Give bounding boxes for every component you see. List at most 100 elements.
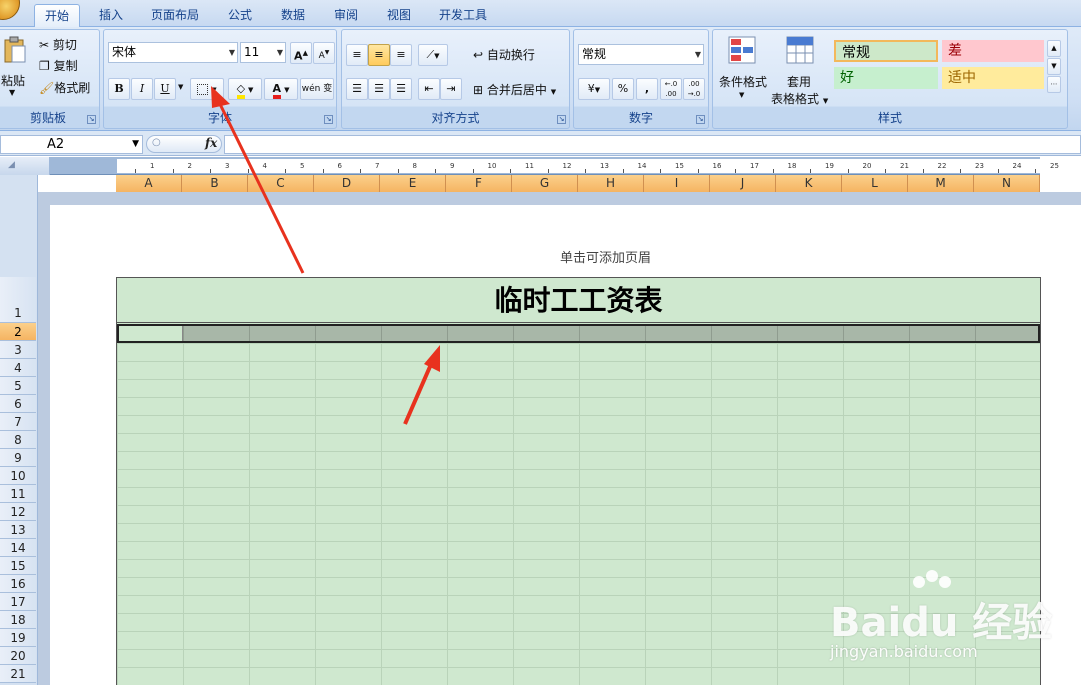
tab-insert[interactable]: 插入 bbox=[88, 4, 134, 27]
currency-button[interactable]: ¥▼ bbox=[578, 78, 610, 100]
underline-dropdown-icon[interactable]: ▼ bbox=[178, 83, 183, 91]
tab-developer[interactable]: 开发工具 bbox=[430, 4, 496, 27]
bold-button[interactable]: B bbox=[108, 78, 130, 100]
row-header-10[interactable]: 10 bbox=[0, 467, 36, 485]
copy-button[interactable]: ❐ 复制 bbox=[39, 57, 78, 74]
underline-button[interactable]: U bbox=[154, 78, 176, 100]
column-header-f[interactable]: F bbox=[446, 175, 512, 192]
selected-row-2[interactable] bbox=[117, 324, 1040, 343]
table-format-label[interactable]: 表格格式 ▼ bbox=[771, 90, 828, 107]
clipboard-launcher-icon[interactable]: ↘ bbox=[87, 115, 96, 124]
tab-page-layout[interactable]: 页面布局 bbox=[143, 4, 207, 27]
row-header-5[interactable]: 5 bbox=[0, 377, 36, 395]
styles-scroll-up-icon[interactable]: ▲ bbox=[1047, 40, 1061, 57]
increase-decimal-button[interactable]: ←.0 .00 bbox=[660, 78, 682, 100]
paste-button[interactable]: 粘贴 bbox=[1, 72, 25, 89]
row-header-21[interactable]: 21 bbox=[0, 665, 36, 683]
active-cell-a2[interactable] bbox=[119, 326, 183, 341]
percent-button[interactable]: % bbox=[612, 78, 634, 100]
conditional-format-icon[interactable] bbox=[727, 35, 757, 68]
phonetic-button[interactable]: wén 变 bbox=[300, 78, 334, 100]
font-color-button[interactable]: A ▼ bbox=[264, 78, 298, 100]
increase-indent-button[interactable]: ⇥ bbox=[440, 78, 462, 100]
paste-icon[interactable] bbox=[3, 36, 27, 67]
style-normal[interactable]: 常规 bbox=[834, 40, 938, 62]
shrink-font-button[interactable]: A▼ bbox=[313, 42, 335, 64]
column-header-n[interactable]: N bbox=[974, 175, 1040, 192]
styles-scroll-down-icon[interactable]: ▼ bbox=[1047, 58, 1061, 75]
select-all-corner[interactable]: ◢ bbox=[0, 157, 50, 175]
name-box[interactable]: A2 ▼ bbox=[0, 135, 143, 154]
grow-font-button[interactable]: A▲ bbox=[290, 42, 312, 64]
page-header-hint[interactable]: 单击可添加页眉 bbox=[560, 247, 651, 266]
style-bad[interactable]: 差 bbox=[942, 40, 1044, 62]
column-header-k[interactable]: K bbox=[776, 175, 842, 192]
table-format-button[interactable]: 套用 bbox=[787, 73, 811, 90]
office-button[interactable] bbox=[0, 0, 20, 20]
tab-data[interactable]: 数据 bbox=[271, 4, 315, 27]
format-painter-button[interactable]: 🖌格式刷 bbox=[39, 79, 90, 96]
align-right-button[interactable]: ☰ bbox=[390, 78, 412, 100]
alignment-launcher-icon[interactable]: ↘ bbox=[557, 115, 566, 124]
font-launcher-icon[interactable]: ↘ bbox=[324, 115, 333, 124]
cut-button[interactable]: ✂ 剪切 bbox=[39, 36, 77, 53]
column-header-d[interactable]: D bbox=[314, 175, 380, 192]
paste-dropdown-icon[interactable]: ▼ bbox=[9, 88, 15, 97]
row-header-8[interactable]: 8 bbox=[0, 431, 36, 449]
font-name-combo[interactable]: 宋体 ▼ bbox=[108, 42, 238, 63]
title-cell[interactable]: 临时工工资表 bbox=[117, 277, 1040, 323]
tab-home[interactable]: 开始 bbox=[34, 4, 80, 27]
column-header-l[interactable]: L bbox=[842, 175, 908, 192]
column-header-g[interactable]: G bbox=[512, 175, 578, 192]
row-header-7[interactable]: 7 bbox=[0, 413, 36, 431]
row-header-17[interactable]: 17 bbox=[0, 593, 36, 611]
row-header-1[interactable]: 1 bbox=[0, 277, 36, 323]
column-header-m[interactable]: M bbox=[908, 175, 974, 192]
insert-function-button[interactable]: fx bbox=[205, 136, 217, 150]
align-center-button[interactable]: ☰ bbox=[368, 78, 390, 100]
row-header-14[interactable]: 14 bbox=[0, 539, 36, 557]
tab-formulas[interactable]: 公式 bbox=[218, 4, 262, 27]
align-middle-button[interactable]: ≡ bbox=[368, 44, 390, 66]
column-header-i[interactable]: I bbox=[644, 175, 710, 192]
styles-more-icon[interactable]: ⋯ bbox=[1047, 76, 1061, 93]
column-header-a[interactable]: A bbox=[116, 175, 182, 192]
wrap-text-button[interactable]: ↩ 自动换行 bbox=[473, 46, 535, 63]
font-size-combo[interactable]: 11 ▼ bbox=[240, 42, 286, 63]
row-header-9[interactable]: 9 bbox=[0, 449, 36, 467]
decrease-indent-button[interactable]: ⇤ bbox=[418, 78, 440, 100]
merge-center-button[interactable]: ⊞ 合并后居中 ▼ bbox=[473, 81, 556, 98]
row-header-2[interactable]: 2 bbox=[0, 323, 36, 341]
column-header-c[interactable]: C bbox=[248, 175, 314, 192]
row-header-4[interactable]: 4 bbox=[0, 359, 36, 377]
row-header-16[interactable]: 16 bbox=[0, 575, 36, 593]
row-header-19[interactable]: 19 bbox=[0, 629, 36, 647]
column-header-j[interactable]: J bbox=[710, 175, 776, 192]
number-launcher-icon[interactable]: ↘ bbox=[696, 115, 705, 124]
tab-review[interactable]: 审阅 bbox=[324, 4, 368, 27]
formula-input[interactable] bbox=[224, 135, 1081, 154]
italic-button[interactable]: I bbox=[131, 78, 153, 100]
orientation-button[interactable]: ⟋▼ bbox=[418, 44, 448, 66]
column-header-e[interactable]: E bbox=[380, 175, 446, 192]
row-header-20[interactable]: 20 bbox=[0, 647, 36, 665]
table-format-icon[interactable] bbox=[785, 35, 815, 68]
tab-view[interactable]: 视图 bbox=[377, 4, 421, 27]
conditional-format-button[interactable]: 条件格式 bbox=[719, 73, 767, 90]
column-header-h[interactable]: H bbox=[578, 175, 644, 192]
comma-button[interactable]: , bbox=[636, 78, 658, 100]
row-header-3[interactable]: 3 bbox=[0, 341, 36, 359]
align-bottom-button[interactable]: ≡ bbox=[390, 44, 412, 66]
row-header-11[interactable]: 11 bbox=[0, 485, 36, 503]
row-header-15[interactable]: 15 bbox=[0, 557, 36, 575]
border-button[interactable]: ▼ bbox=[190, 78, 224, 100]
align-left-button[interactable]: ☰ bbox=[346, 78, 368, 100]
style-neutral[interactable]: 适中 bbox=[942, 67, 1044, 89]
chevron-down-icon[interactable]: ▼ bbox=[739, 91, 744, 99]
style-good[interactable]: 好 bbox=[834, 67, 938, 89]
number-format-combo[interactable]: 常规 ▼ bbox=[578, 44, 704, 65]
row-header-6[interactable]: 6 bbox=[0, 395, 36, 413]
row-header-18[interactable]: 18 bbox=[0, 611, 36, 629]
row-header-13[interactable]: 13 bbox=[0, 521, 36, 539]
row-header-12[interactable]: 12 bbox=[0, 503, 36, 521]
